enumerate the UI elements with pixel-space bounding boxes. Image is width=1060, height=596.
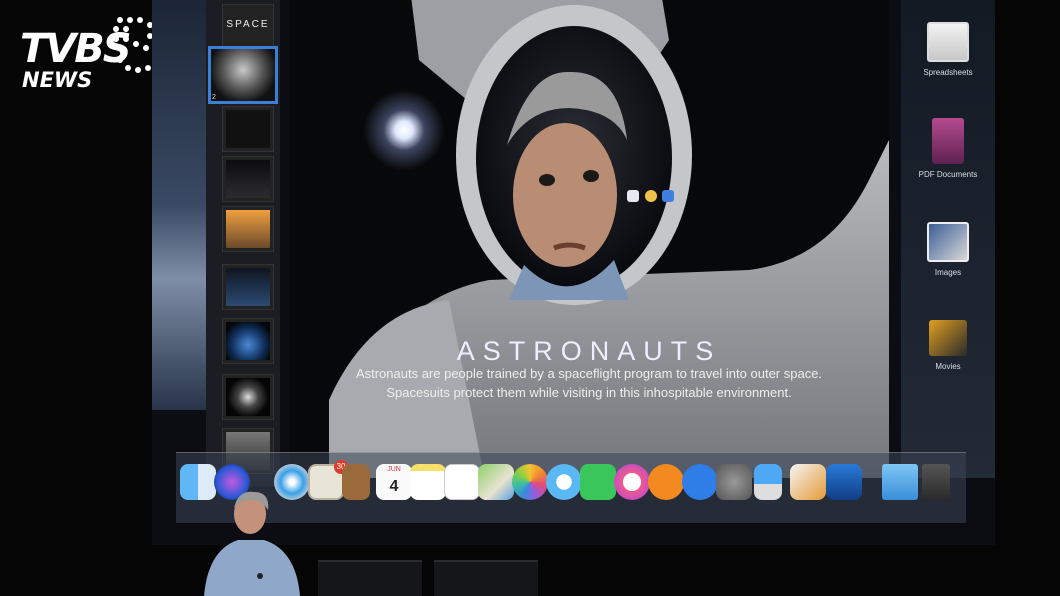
app-store-icon[interactable]	[682, 464, 718, 500]
pdf-stack-icon	[932, 118, 964, 164]
ibooks-icon[interactable]	[648, 464, 684, 500]
downloads-folder-icon[interactable]	[882, 464, 918, 500]
slide-body-line-2: Spacesuits protect them while visiting i…	[386, 385, 792, 400]
slide-number: 2	[212, 94, 216, 101]
facetime-icon[interactable]	[580, 464, 616, 500]
calendar-month: JUN	[387, 466, 401, 473]
calendar-day: 4	[389, 478, 399, 495]
tvbs-news-logo: TVBS NEWS	[18, 12, 168, 92]
slide-body-line-1: Astronauts are people trained by a space…	[355, 366, 823, 381]
mail-icon[interactable]: 30	[308, 460, 348, 500]
stack-spreadsheets[interactable]: Spreadsheets	[901, 22, 995, 77]
stack-images[interactable]: Images	[901, 222, 995, 277]
logo-sub-text: NEWS	[22, 68, 93, 92]
stack-movies[interactable]: Movies	[901, 320, 995, 371]
slide-thumbnail-3[interactable]	[222, 106, 274, 152]
projected-screen: SPACE 2 ASTRONAUTS Astronauts are people…	[152, 0, 995, 545]
stack-label: Images	[934, 268, 962, 277]
maps-icon[interactable]	[478, 464, 514, 500]
slide-thumbnail-8[interactable]	[222, 374, 274, 420]
desktop-wallpaper	[152, 0, 208, 410]
movie-stack-icon	[929, 320, 967, 356]
spreadsheet-stack-icon	[927, 22, 969, 62]
trash-icon[interactable]	[922, 464, 950, 500]
slide-thumbnail-6[interactable]	[222, 264, 274, 310]
slide-thumbnail-4[interactable]	[222, 156, 274, 202]
notes-icon[interactable]	[410, 464, 446, 500]
slide-navigator: SPACE 2	[206, 0, 280, 486]
system-preferences-icon[interactable]	[716, 464, 752, 500]
notes-book-icon[interactable]	[342, 464, 370, 500]
stack-label: Spreadsheets	[923, 68, 973, 77]
stage-monitor-left	[318, 560, 422, 596]
stack-pdf-documents[interactable]: PDF Documents	[901, 118, 995, 179]
presenter-photo	[204, 491, 300, 596]
photos-icon[interactable]	[512, 464, 548, 500]
desktop-stacks: Spreadsheets PDF Documents Images Movies	[901, 0, 995, 478]
slide-canvas: ASTRONAUTS Astronauts are people trained…	[289, 0, 889, 478]
stack-label: Movies	[935, 362, 961, 371]
slide-thumbnail-7[interactable]	[222, 318, 274, 364]
slide-thumbnail-2-selected[interactable]: 2	[208, 46, 278, 104]
slide-title: ASTRONAUTS	[456, 336, 722, 366]
pages-icon[interactable]	[790, 464, 826, 500]
itunes-icon[interactable]	[614, 464, 650, 500]
messages-icon[interactable]	[546, 464, 582, 500]
xcode-icon[interactable]	[826, 464, 862, 500]
stage-monitor-right	[434, 560, 538, 596]
slide-thumbnail-title: SPACE	[226, 19, 270, 30]
reminders-icon[interactable]	[444, 464, 480, 500]
astronaut-photo	[329, 0, 889, 478]
stack-label: PDF Documents	[918, 170, 978, 179]
slide-thumbnail-5[interactable]	[222, 206, 274, 252]
calendar-icon[interactable]: JUN 4	[376, 464, 412, 500]
keynote-icon[interactable]	[754, 464, 782, 500]
slide-thumbnail-1[interactable]: SPACE	[222, 4, 274, 50]
image-stack-icon	[927, 222, 969, 262]
